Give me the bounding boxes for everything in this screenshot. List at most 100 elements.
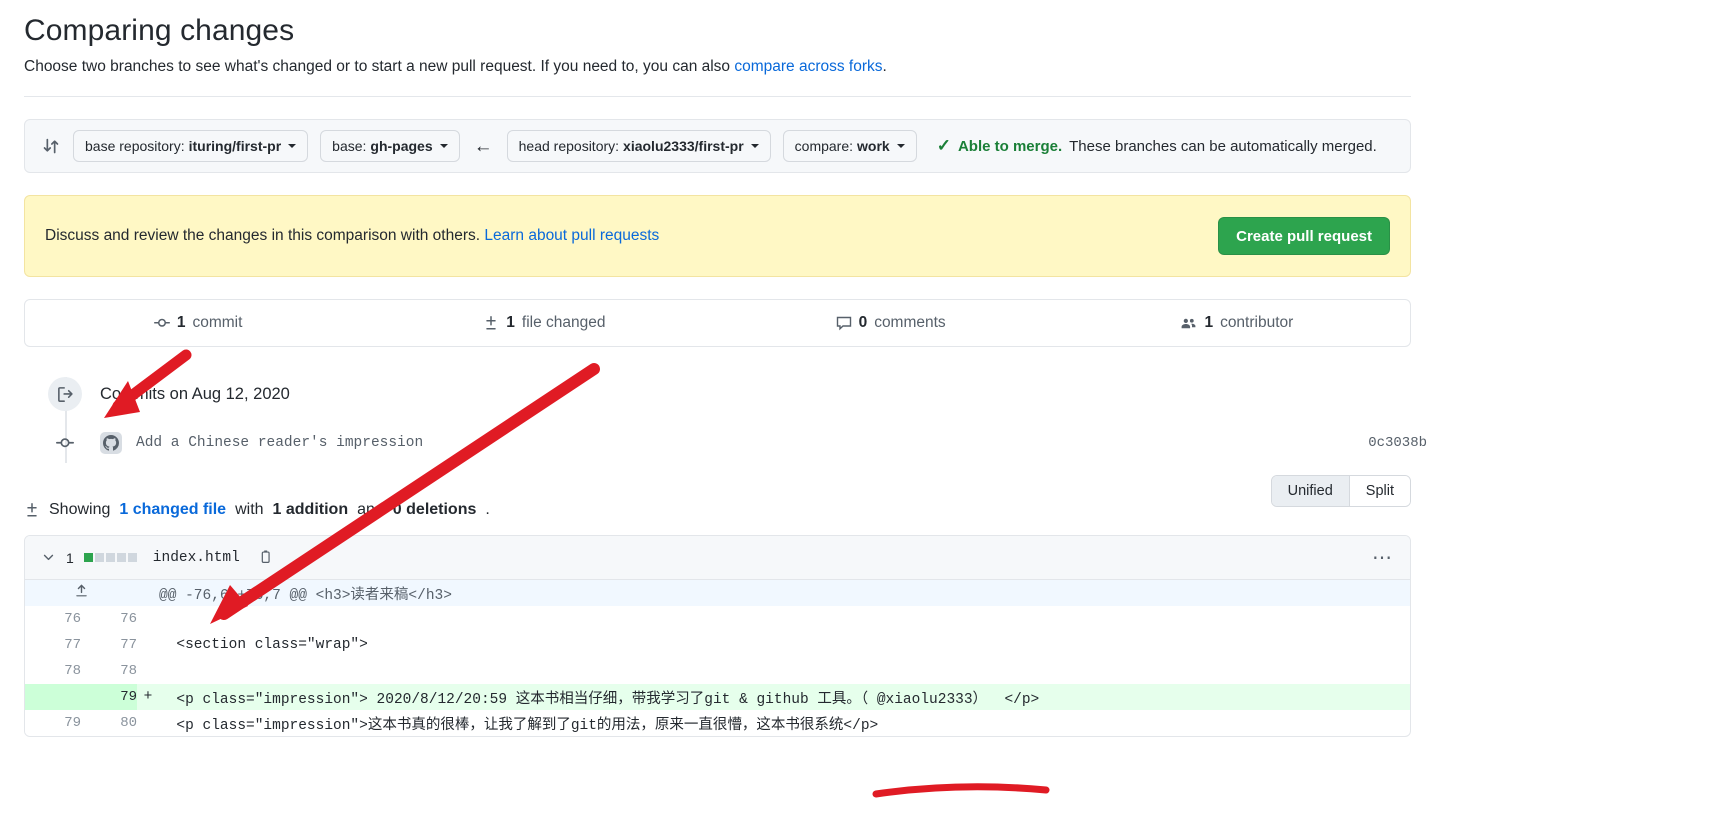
stat-commits-label: commit xyxy=(192,314,243,331)
discuss-banner: Discuss and review the changes in this c… xyxy=(24,195,1411,277)
header-divider xyxy=(24,96,1411,97)
base-branch-select[interactable]: base: gh-pages xyxy=(320,130,460,162)
diff-block-empty xyxy=(105,553,115,562)
commit-dot-icon xyxy=(48,434,82,452)
discuss-text: Discuss and review the changes in this c… xyxy=(45,227,659,245)
compare-branch-select[interactable]: compare: work xyxy=(782,130,917,162)
chevron-down-icon[interactable] xyxy=(41,550,56,565)
comment-icon xyxy=(836,315,852,331)
chevron-down-icon xyxy=(750,144,759,148)
diff-new-lineno: 79 xyxy=(81,684,137,710)
diff-code xyxy=(159,606,1410,632)
diff-old-lineno: 79 xyxy=(25,710,81,736)
diff-block-add xyxy=(83,553,93,562)
table-row: 79 80 <p class="impression">这本书真的很棒，让我了解… xyxy=(25,710,1410,736)
compare-across-forks-link[interactable]: compare across forks xyxy=(734,58,882,75)
chevron-down-icon xyxy=(439,144,448,148)
diff-new-lineno: 76 xyxy=(81,606,137,632)
showing-summary: Showing 1 changed file with 1 addition a… xyxy=(24,501,490,519)
diff-old-lineno xyxy=(25,684,81,710)
underline-author-mention xyxy=(872,783,1050,798)
copy-icon[interactable] xyxy=(258,550,273,565)
diff-code xyxy=(159,658,1410,684)
head-repository-label: head repository: xyxy=(518,138,620,154)
commit-icon xyxy=(153,315,170,331)
diff-block-empty xyxy=(94,553,104,562)
branch-selection-bar: base repository: ituring/first-pr base: … xyxy=(24,119,1411,173)
subtitle-text-post: . xyxy=(882,58,887,75)
changed-file-link[interactable]: 1 changed file xyxy=(119,501,226,519)
diff-block-empty xyxy=(127,553,137,562)
stat-contributors-label: contributor xyxy=(1220,314,1294,331)
merge-status: ✓ Able to merge. These branches can be a… xyxy=(937,136,1377,156)
diff-old-lineno: 78 xyxy=(25,658,81,684)
commit-sha[interactable]: 0c3038b xyxy=(1368,435,1435,451)
file-diff: 1 index.html ⋯ @@ -76,6 +76,7 @@ <h3>读者来… xyxy=(24,535,1411,737)
table-row: 77 77 <section class="wrap"> xyxy=(25,632,1410,658)
stat-files-changed-count: 1 xyxy=(506,314,515,331)
stat-commits[interactable]: 1 commit xyxy=(25,314,371,332)
people-icon xyxy=(1180,315,1197,332)
diff-old-lineno: 76 xyxy=(25,606,81,632)
commits-timeline: Commits on Aug 12, 2020 Add a Chinese re… xyxy=(24,377,1699,463)
base-branch-label: base: xyxy=(332,138,367,154)
showing-deletions: 0 deletions xyxy=(392,501,477,518)
compare-branch-value: work xyxy=(857,138,890,154)
diff-marker xyxy=(137,606,159,632)
file-diff-header: 1 index.html ⋯ xyxy=(25,536,1410,580)
diff-old-lineno: 77 xyxy=(25,632,81,658)
diff-icon xyxy=(483,315,499,331)
diff-new-lineno: 80 xyxy=(81,710,137,736)
check-icon: ✓ xyxy=(936,136,951,155)
table-row: 79 + <p class="impression"> 2020/8/12/20… xyxy=(25,684,1410,710)
commit-message[interactable]: Add a Chinese reader's impression xyxy=(136,435,423,451)
commit-row: Add a Chinese reader's impression 0c3038… xyxy=(48,423,1435,463)
stat-comments[interactable]: 0 comments xyxy=(718,314,1064,332)
diff-marker xyxy=(137,632,159,658)
diff-icon xyxy=(24,502,40,518)
merge-status-detail: These branches can be automatically merg… xyxy=(1069,137,1377,155)
diff-marker: + xyxy=(137,684,159,710)
diff-hunk-header-row: @@ -76,6 +76,7 @@ <h3>读者来稿</h3> xyxy=(25,580,1410,606)
arrow-left-icon: ← xyxy=(473,135,493,157)
diff-new-lineno: 77 xyxy=(81,632,137,658)
kebab-horizontal-icon[interactable]: ⋯ xyxy=(1372,545,1394,570)
diff-filename[interactable]: index.html xyxy=(153,550,240,566)
diff-marker xyxy=(137,580,159,606)
showing-additions: 1 addition xyxy=(272,501,349,518)
learn-about-pull-requests-link[interactable]: Learn about pull requests xyxy=(484,227,659,244)
showing-pre: Showing xyxy=(49,501,111,518)
base-repository-value: ituring/first-pr xyxy=(188,138,282,154)
github-avatar-icon[interactable] xyxy=(100,432,122,454)
showing-and: and xyxy=(357,501,384,518)
merge-status-able: Able to merge. xyxy=(957,137,1063,155)
split-view-button[interactable]: Split xyxy=(1349,476,1410,506)
diff-code: <p class="impression">这本书真的很棒，让我了解到了git的… xyxy=(159,717,879,734)
commits-date-header: Commits on Aug 12, 2020 xyxy=(24,377,1699,411)
comparison-stats-bar: 1 commit 1 file changed 0 comments 1 con… xyxy=(24,299,1411,347)
table-row: 78 78 xyxy=(25,658,1410,684)
stat-contributors[interactable]: 1 contributor xyxy=(1064,314,1410,332)
base-repository-select[interactable]: base repository: ituring/first-pr xyxy=(73,130,309,162)
expand-up-icon[interactable] xyxy=(25,580,137,606)
stat-files-changed[interactable]: 1 file changed xyxy=(371,314,717,332)
compare-arrows-icon xyxy=(41,136,61,156)
create-pull-request-button[interactable]: Create pull request xyxy=(1218,217,1390,255)
head-repository-select[interactable]: head repository: xiaolu2333/first-pr xyxy=(506,130,771,162)
diff-code: <p class="impression"> 2020/8/12/20:59 这… xyxy=(159,684,1410,710)
unified-view-button[interactable]: Unified xyxy=(1271,476,1350,506)
base-repository-label: base repository: xyxy=(85,138,185,154)
comparing-changes-page: Comparing changes Choose two branches to… xyxy=(0,14,1723,737)
diff-new-lineno: 78 xyxy=(81,658,137,684)
head-repository-value: xiaolu2333/first-pr xyxy=(623,138,744,154)
diff-hunk-header: @@ -76,6 +76,7 @@ <h3>读者来稿</h3> xyxy=(159,580,1410,606)
diff-stat-blocks xyxy=(83,553,137,562)
chevron-down-icon xyxy=(896,144,905,148)
page-subtitle: Choose two branches to see what's change… xyxy=(24,58,1699,76)
diff-code: <section class="wrap"> xyxy=(159,637,368,653)
showing-mid: with xyxy=(235,501,264,518)
commit-push-icon xyxy=(48,377,82,411)
subtitle-text-pre: Choose two branches to see what's change… xyxy=(24,58,735,75)
diff-block-empty xyxy=(116,553,126,562)
base-branch-value: gh-pages xyxy=(370,138,433,154)
